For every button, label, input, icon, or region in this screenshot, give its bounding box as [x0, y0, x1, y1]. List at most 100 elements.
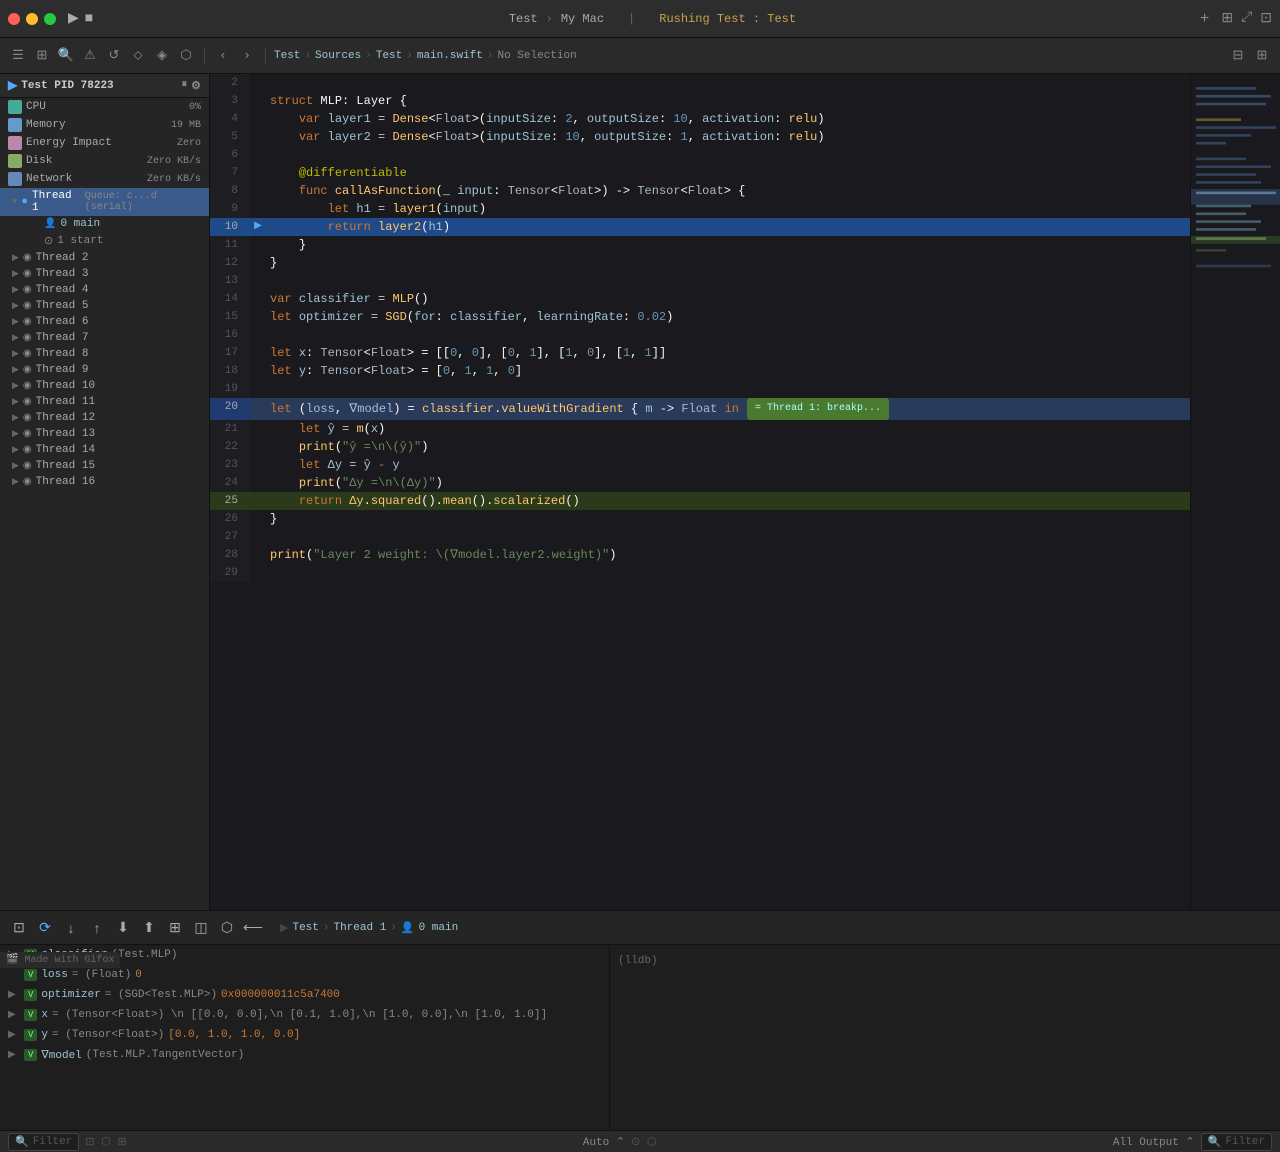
- code-line-10: 10 ▶ return layer2(h1): [210, 218, 1190, 236]
- thread-6-item[interactable]: ▶ ◉ Thread 6: [0, 314, 209, 330]
- thread-12-item[interactable]: ▶ ◉ Thread 12: [0, 410, 209, 426]
- maximize-button[interactable]: [44, 13, 56, 25]
- thread-13-item[interactable]: ▶ ◉ Thread 13: [0, 426, 209, 442]
- toolbar-right-icon-2[interactable]: ⊞: [1252, 46, 1272, 66]
- settings-icon[interactable]: ⚙: [191, 79, 201, 93]
- thread-7-item[interactable]: ▶ ◉ Thread 7: [0, 330, 209, 346]
- stop-button[interactable]: ■: [85, 11, 93, 27]
- toolbar-icon-5[interactable]: ↺: [104, 46, 124, 66]
- toolbar-icon-2[interactable]: ⊞: [32, 46, 52, 66]
- var-loss[interactable]: V loss = (Float) 0: [0, 965, 609, 985]
- bc-test[interactable]: Test: [274, 50, 300, 62]
- thread-1-main[interactable]: 👤 0 main: [0, 216, 209, 232]
- split-button[interactable]: ⊞: [1221, 10, 1233, 28]
- main-content: ▶ Test PID 78223 ⏸ ⚙ CPU 0% Memory 19 MB…: [0, 74, 1280, 910]
- toolbar-icon-7[interactable]: ◈: [152, 46, 172, 66]
- bc-nosel: No Selection: [497, 50, 576, 62]
- toolbar-icon-3[interactable]: 🔍: [56, 46, 76, 66]
- debug-bc-test[interactable]: Test: [292, 922, 318, 934]
- console-panel[interactable]: (lldb): [610, 945, 1280, 1130]
- all-output-label[interactable]: All Output ⌃: [1113, 1135, 1195, 1149]
- var-y[interactable]: ▶ V y = (Tensor<Float>) [0.0, 1.0, 1.0, …: [0, 1025, 609, 1045]
- step-out-button[interactable]: ↑: [86, 917, 108, 939]
- pause-icon[interactable]: ⏸: [182, 79, 188, 93]
- auto-mode-label[interactable]: Auto ⌃: [583, 1135, 625, 1149]
- filter-icon-right: 🔍: [1208, 1135, 1222, 1149]
- thread-3-item[interactable]: ▶ ◉ Thread 3: [0, 266, 209, 282]
- debug-icon-c[interactable]: ⬡: [216, 917, 238, 939]
- toolbar-icon-1[interactable]: ☰: [8, 46, 28, 66]
- debug-icon-b[interactable]: ◫: [190, 917, 212, 939]
- code-editor[interactable]: 2 3 struct MLP: Layer { 4 var layer1 = D…: [210, 74, 1190, 910]
- nav-back-button[interactable]: ‹: [213, 46, 233, 66]
- line-arrow-17: [250, 344, 266, 362]
- line-num-23: 23: [210, 456, 250, 474]
- var-gradmodel[interactable]: ▶ V ∇model (Test.MLP.TangentVector): [0, 1045, 609, 1065]
- network-metric[interactable]: Network Zero KB/s: [0, 170, 209, 188]
- code-line-17: 17 let x: Tensor<Float> = [[0, 0], [0, 1…: [210, 344, 1190, 362]
- line-arrow-6: [250, 146, 266, 164]
- thread-16-item[interactable]: ▶ ◉ Thread 16: [0, 474, 209, 490]
- left-filter-box[interactable]: 🔍 Filter: [8, 1133, 79, 1151]
- bc-mainswift[interactable]: main.swift: [417, 50, 483, 62]
- line-arrow-22: [250, 438, 266, 456]
- debug-bc-main[interactable]: 0 main: [419, 922, 459, 934]
- var-badge-v2: V: [24, 969, 37, 981]
- right-filter-box[interactable]: 🔍 Filter: [1201, 1133, 1272, 1151]
- step-up-button[interactable]: ⬆: [138, 917, 160, 939]
- add-tab-button[interactable]: +: [1200, 10, 1210, 28]
- var-x-expand: ▶: [8, 1009, 20, 1021]
- thread-2-item[interactable]: ▶ ◉ Thread 2: [0, 250, 209, 266]
- debug-icon-a[interactable]: ⊞: [164, 917, 186, 939]
- thread-1-start[interactable]: ⊙ 1 start: [0, 232, 209, 250]
- var-loss-type: = (Float): [72, 969, 131, 981]
- var-x[interactable]: ▶ V x = (Tensor<Float>) \n [[0.0, 0.0],\…: [0, 1005, 609, 1025]
- toolbar-icon-8[interactable]: ⬡: [176, 46, 196, 66]
- thread-9-icon: ◉: [23, 364, 32, 376]
- var-optimizer-name: optimizer: [41, 989, 100, 1001]
- line-arrow-13: [250, 272, 266, 290]
- thread-15-item[interactable]: ▶ ◉ Thread 15: [0, 458, 209, 474]
- hide-debug-button[interactable]: ⊡: [8, 917, 30, 939]
- file-breadcrumb: Test › Sources › Test › main.swift › No …: [274, 50, 577, 62]
- bc-sources[interactable]: Sources: [315, 50, 361, 62]
- disk-metric[interactable]: Disk Zero KB/s: [0, 152, 209, 170]
- step-down-button[interactable]: ⬇: [112, 917, 134, 939]
- thread-8-item[interactable]: ▶ ◉ Thread 8: [0, 346, 209, 362]
- thread-4-item[interactable]: ▶ ◉ Thread 4: [0, 282, 209, 298]
- minimize-button[interactable]: [26, 13, 38, 25]
- thread-9-item[interactable]: ▶ ◉ Thread 9: [0, 362, 209, 378]
- memory-metric[interactable]: Memory 19 MB: [0, 116, 209, 134]
- cpu-metric[interactable]: CPU 0%: [0, 98, 209, 116]
- left-filter-label: Filter: [33, 1136, 73, 1148]
- close-button[interactable]: [8, 13, 20, 25]
- step-over-button[interactable]: ⟳: [34, 917, 56, 939]
- memory-value: 19 MB: [171, 120, 201, 131]
- statusbar: 🔍 Filter ⊡ ⬡ ⊞ Auto ⌃ ⊙ ⬡ All Output ⌃ 🔍…: [0, 1130, 1280, 1152]
- status-center: Auto ⌃ ⊙ ⬡: [583, 1135, 657, 1149]
- nav-forward-button[interactable]: ›: [237, 46, 257, 66]
- status-right: All Output ⌃ 🔍 Filter: [1113, 1133, 1272, 1151]
- run-button[interactable]: ▶: [68, 10, 79, 27]
- toolbar-icon-6[interactable]: ⬦: [128, 46, 148, 66]
- thread-14-item[interactable]: ▶ ◉ Thread 14: [0, 442, 209, 458]
- var-optimizer[interactable]: ▶ V optimizer = (SGD<Test.MLP>) 0x000000…: [0, 985, 609, 1005]
- thread-10-item[interactable]: ▶ ◉ Thread 10: [0, 378, 209, 394]
- thread-5-item[interactable]: ▶ ◉ Thread 5: [0, 298, 209, 314]
- minimap-svg: [1191, 74, 1280, 910]
- debug-bc-thread[interactable]: Thread 1: [333, 922, 386, 934]
- toolbar-icon-4[interactable]: ⚠: [80, 46, 100, 66]
- fullscreen-button[interactable]: ⊡: [1260, 10, 1272, 28]
- var-gradmodel-expand: ▶: [8, 1049, 20, 1061]
- code-line-4: 4 var layer1 = Dense<Float>(inputSize: 2…: [210, 110, 1190, 128]
- bc-test2[interactable]: Test: [376, 50, 402, 62]
- expand-button[interactable]: ⤢: [1241, 10, 1252, 28]
- toolbar-right-icon-1[interactable]: ⊟: [1228, 46, 1248, 66]
- energy-metric[interactable]: Energy Impact Zero: [0, 134, 209, 152]
- thread-11-item[interactable]: ▶ ◉ Thread 11: [0, 394, 209, 410]
- thread-14-icon: ◉: [23, 444, 32, 456]
- console-label: (lldb): [618, 955, 658, 967]
- step-into-button[interactable]: ↓: [60, 917, 82, 939]
- thread-1-item[interactable]: ▼ ● Thread 1 Queue: c...d (serial): [0, 188, 209, 216]
- debug-icon-d[interactable]: ⟵: [242, 917, 264, 939]
